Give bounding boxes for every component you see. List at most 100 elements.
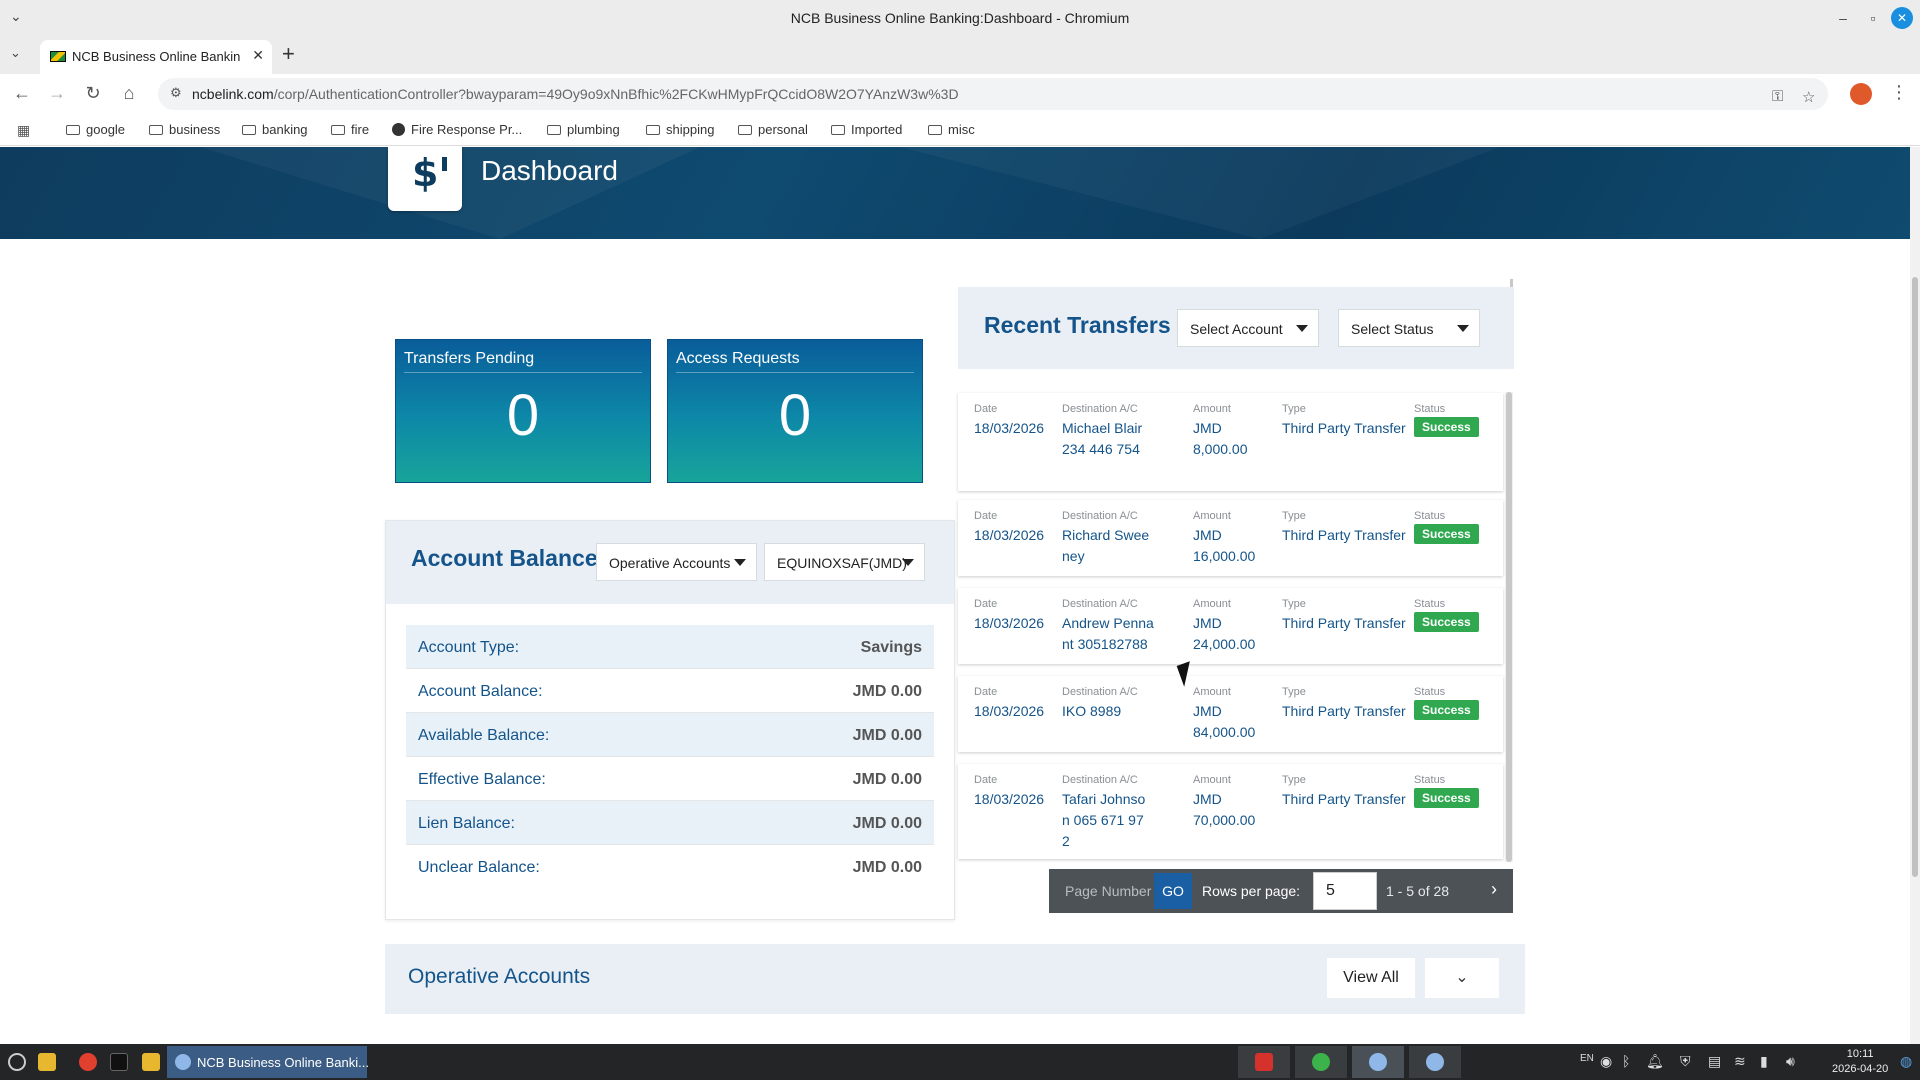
tab-list-icon[interactable]: ⌄	[10, 45, 21, 61]
start-menu-icon[interactable]	[8, 1053, 26, 1071]
page-content: $ Dashboard Transfers Pending 0 Access R…	[0, 147, 1910, 1044]
view-all-button[interactable]: View All	[1327, 958, 1415, 998]
col-caption: Destination A/C	[1062, 510, 1138, 522]
star-icon[interactable]: ☆	[1802, 88, 1815, 106]
go-button[interactable]: GO	[1154, 873, 1192, 909]
browser-menu-icon[interactable]: ⋮	[1890, 82, 1908, 103]
keyboard-layout[interactable]: EN	[1580, 1053, 1594, 1064]
transfer-type-col: Type Third Party Transfer	[1282, 774, 1412, 810]
account-select[interactable]: EQUINOXSAF(JMD)	[764, 543, 925, 581]
transfer-card[interactable]: Date 18/03/2026 Destination A/C Michael Bl…	[958, 393, 1503, 491]
site-info-icon[interactable]: ⚙	[170, 85, 182, 101]
select-account-dropdown[interactable]: Select Account	[1177, 309, 1319, 347]
bell-icon[interactable]: 🔔︎	[1646, 1053, 1664, 1070]
taskbar-app[interactable]	[1295, 1046, 1347, 1078]
balance-row: Unclear Balance: JMD 0.00	[406, 845, 934, 889]
transfer-card[interactable]: Date 18/03/2026 Destination A/C Andrew Pen…	[958, 588, 1503, 664]
chevron-down-icon[interactable]: ⌄	[1425, 958, 1499, 998]
bookmark-imported[interactable]: Imported	[831, 122, 902, 137]
col-caption: Date	[974, 510, 998, 522]
bookmark-label: banking	[262, 122, 308, 137]
jamaica-flag-favicon-icon	[50, 51, 66, 62]
bookmark-business[interactable]: business	[149, 122, 220, 137]
transfer-card[interactable]: Date 18/03/2026 Destination A/C Tafari Joh…	[958, 764, 1503, 859]
bookmark-google[interactable]: google	[66, 122, 125, 137]
balance-label: Effective Balance:	[418, 771, 546, 788]
url-path: /corp/AuthenticationController?bwayparam…	[273, 86, 959, 102]
col-caption: Amount	[1193, 774, 1231, 786]
forward-icon[interactable]: →	[46, 83, 68, 104]
clipboard-icon[interactable]: ▤	[1708, 1053, 1721, 1070]
transfer-amount-col: Amount JMD 24,000.00	[1193, 598, 1267, 655]
bookmark-misc[interactable]: misc	[928, 122, 975, 137]
wifi-icon[interactable]: ≋	[1734, 1053, 1746, 1070]
col-caption: Amount	[1193, 403, 1231, 415]
account-group-select[interactable]: Operative Accounts	[596, 543, 757, 581]
bookmark-personal[interactable]: personal	[738, 122, 808, 137]
new-tab-icon[interactable]: +	[282, 41, 295, 67]
bookmark-label: misc	[948, 122, 975, 137]
folder-icon	[242, 125, 256, 135]
banner-facet	[900, 147, 1500, 239]
taskbar-chromium-app[interactable]	[1352, 1046, 1404, 1078]
close-window-icon[interactable]: ✕	[1891, 7, 1913, 29]
select-status-dropdown[interactable]: Select Status	[1338, 309, 1480, 347]
back-icon[interactable]: ←	[11, 83, 33, 104]
col-caption: Type	[1282, 774, 1306, 786]
rows-per-page-input[interactable]: 5	[1313, 872, 1377, 910]
restore-icon[interactable]: ▫	[1862, 7, 1884, 29]
transfer-card[interactable]: Date 18/03/2026 Destination A/C IKO 8989 A…	[958, 676, 1503, 752]
app-icon[interactable]	[79, 1053, 97, 1071]
bluetooth-icon[interactable]: ᛒ	[1622, 1053, 1630, 1069]
address-bar[interactable]: ⚙ ncbelink.com/corp/AuthenticationContro…	[158, 78, 1828, 110]
notifications-icon[interactable]: ◍	[1900, 1053, 1912, 1070]
transfer-destination-col: Destination A/C IKO 8989	[1062, 686, 1154, 722]
transfers-scrollbar-thumb[interactable]	[1506, 392, 1512, 862]
folder-icon[interactable]	[142, 1053, 160, 1071]
tile-access-requests[interactable]: Access Requests 0	[667, 339, 923, 483]
dashboard-banner: $ Dashboard	[0, 147, 1910, 239]
bookmark-plumbing[interactable]: plumbing	[547, 122, 620, 137]
volume-icon[interactable]: 🔊︎	[1786, 1053, 1795, 1070]
status-badge: Success	[1414, 417, 1479, 437]
password-key-icon[interactable]: ⚿	[1772, 88, 1783, 105]
bookmark-banking[interactable]: banking	[242, 122, 308, 137]
tile-transfers-pending[interactable]: Transfers Pending 0	[395, 339, 651, 483]
bookmark-label: google	[86, 122, 126, 137]
clock[interactable]: 10:11 2026-04-20	[1832, 1047, 1888, 1077]
tile-label: Access Requests	[676, 350, 800, 367]
minimize-icon[interactable]: –	[1832, 7, 1854, 29]
balance-row: Effective Balance: JMD 0.00	[406, 757, 934, 801]
browser-tab[interactable]: NCB Business Online Banking:Dashboard ✕	[40, 40, 272, 74]
transfer-date: 18/03/2026	[974, 615, 1045, 631]
tab-close-icon[interactable]: ✕	[252, 47, 264, 64]
bookmark-fire[interactable]: fire	[331, 122, 369, 137]
page-scrollbar[interactable]	[1910, 147, 1920, 1044]
battery-icon[interactable]: ▮	[1760, 1053, 1768, 1070]
chromium-icon	[1369, 1053, 1387, 1071]
taskbar-pdf-app[interactable]	[1238, 1046, 1290, 1078]
bookmark-fire-response[interactable]: Fire Response Pr...	[392, 122, 522, 137]
col-caption: Amount	[1193, 686, 1231, 698]
extension-icon[interactable]	[1850, 83, 1872, 105]
transfer-type-col: Type Third Party Transfer	[1282, 403, 1412, 439]
home-icon[interactable]: ⌂	[118, 83, 140, 104]
account-balances-title: Account Balances	[411, 545, 611, 571]
page-range-text: 1 - 5 of 28	[1386, 883, 1450, 899]
transfer-card[interactable]: Date 18/03/2026 Destination A/C Richard Sw…	[958, 500, 1503, 576]
transfer-type-col: Type Third Party Transfer	[1282, 686, 1412, 722]
tray-app-icon[interactable]: ◉	[1600, 1053, 1612, 1070]
taskbar-chromium-window[interactable]: NCB Business Online Banki...	[167, 1046, 369, 1078]
rows-per-page-label: Rows per page:	[1202, 883, 1301, 899]
shield-icon[interactable]: ⛨	[1680, 1053, 1691, 1070]
divider	[404, 372, 642, 373]
taskbar-chromium-app-2[interactable]	[1409, 1046, 1461, 1078]
terminal-icon[interactable]	[110, 1053, 128, 1071]
next-page-icon[interactable]: ›	[1491, 879, 1497, 900]
bookmark-shipping[interactable]: shipping	[646, 122, 714, 137]
status-badge: Success	[1414, 612, 1479, 632]
reload-icon[interactable]: ↻	[82, 83, 104, 104]
apps-icon[interactable]: ▦	[17, 122, 30, 139]
files-icon[interactable]	[38, 1053, 56, 1071]
page-scrollbar-thumb[interactable]	[1912, 277, 1918, 877]
